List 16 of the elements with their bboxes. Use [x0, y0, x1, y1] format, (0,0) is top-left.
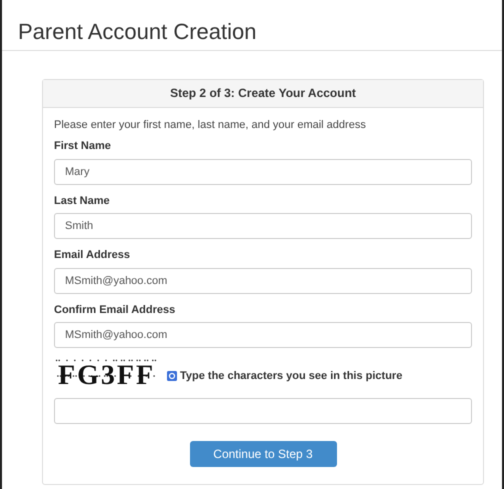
field-label: First Name	[54, 139, 112, 154]
captcha-image: FG3FF	[54, 358, 164, 394]
refresh-icon[interactable]	[167, 371, 177, 381]
text-field[interactable]: MSmith@yahoo.com	[54, 322, 472, 348]
captcha-field[interactable]	[54, 398, 472, 424]
field-label: Email Address	[54, 248, 132, 263]
intro-text: Please enter your first name, last name, and your email address	[54, 118, 367, 132]
text-field[interactable]: MSmith@yahoo.com	[54, 268, 472, 294]
captcha-prompt: Type the characters you see in this picture	[180, 368, 402, 384]
panel-header: Step 2 of 3: Create Your Account	[43, 80, 483, 108]
field-label: Last Name	[54, 194, 111, 208]
page-title: Parent Account Creation	[18, 18, 258, 46]
continue-button[interactable]: Continue to Step 3	[190, 441, 336, 467]
text-field[interactable]: Mary	[54, 158, 472, 184]
field-label: Confirm Email Address	[54, 302, 176, 318]
text-field[interactable]: Smith	[54, 213, 472, 239]
